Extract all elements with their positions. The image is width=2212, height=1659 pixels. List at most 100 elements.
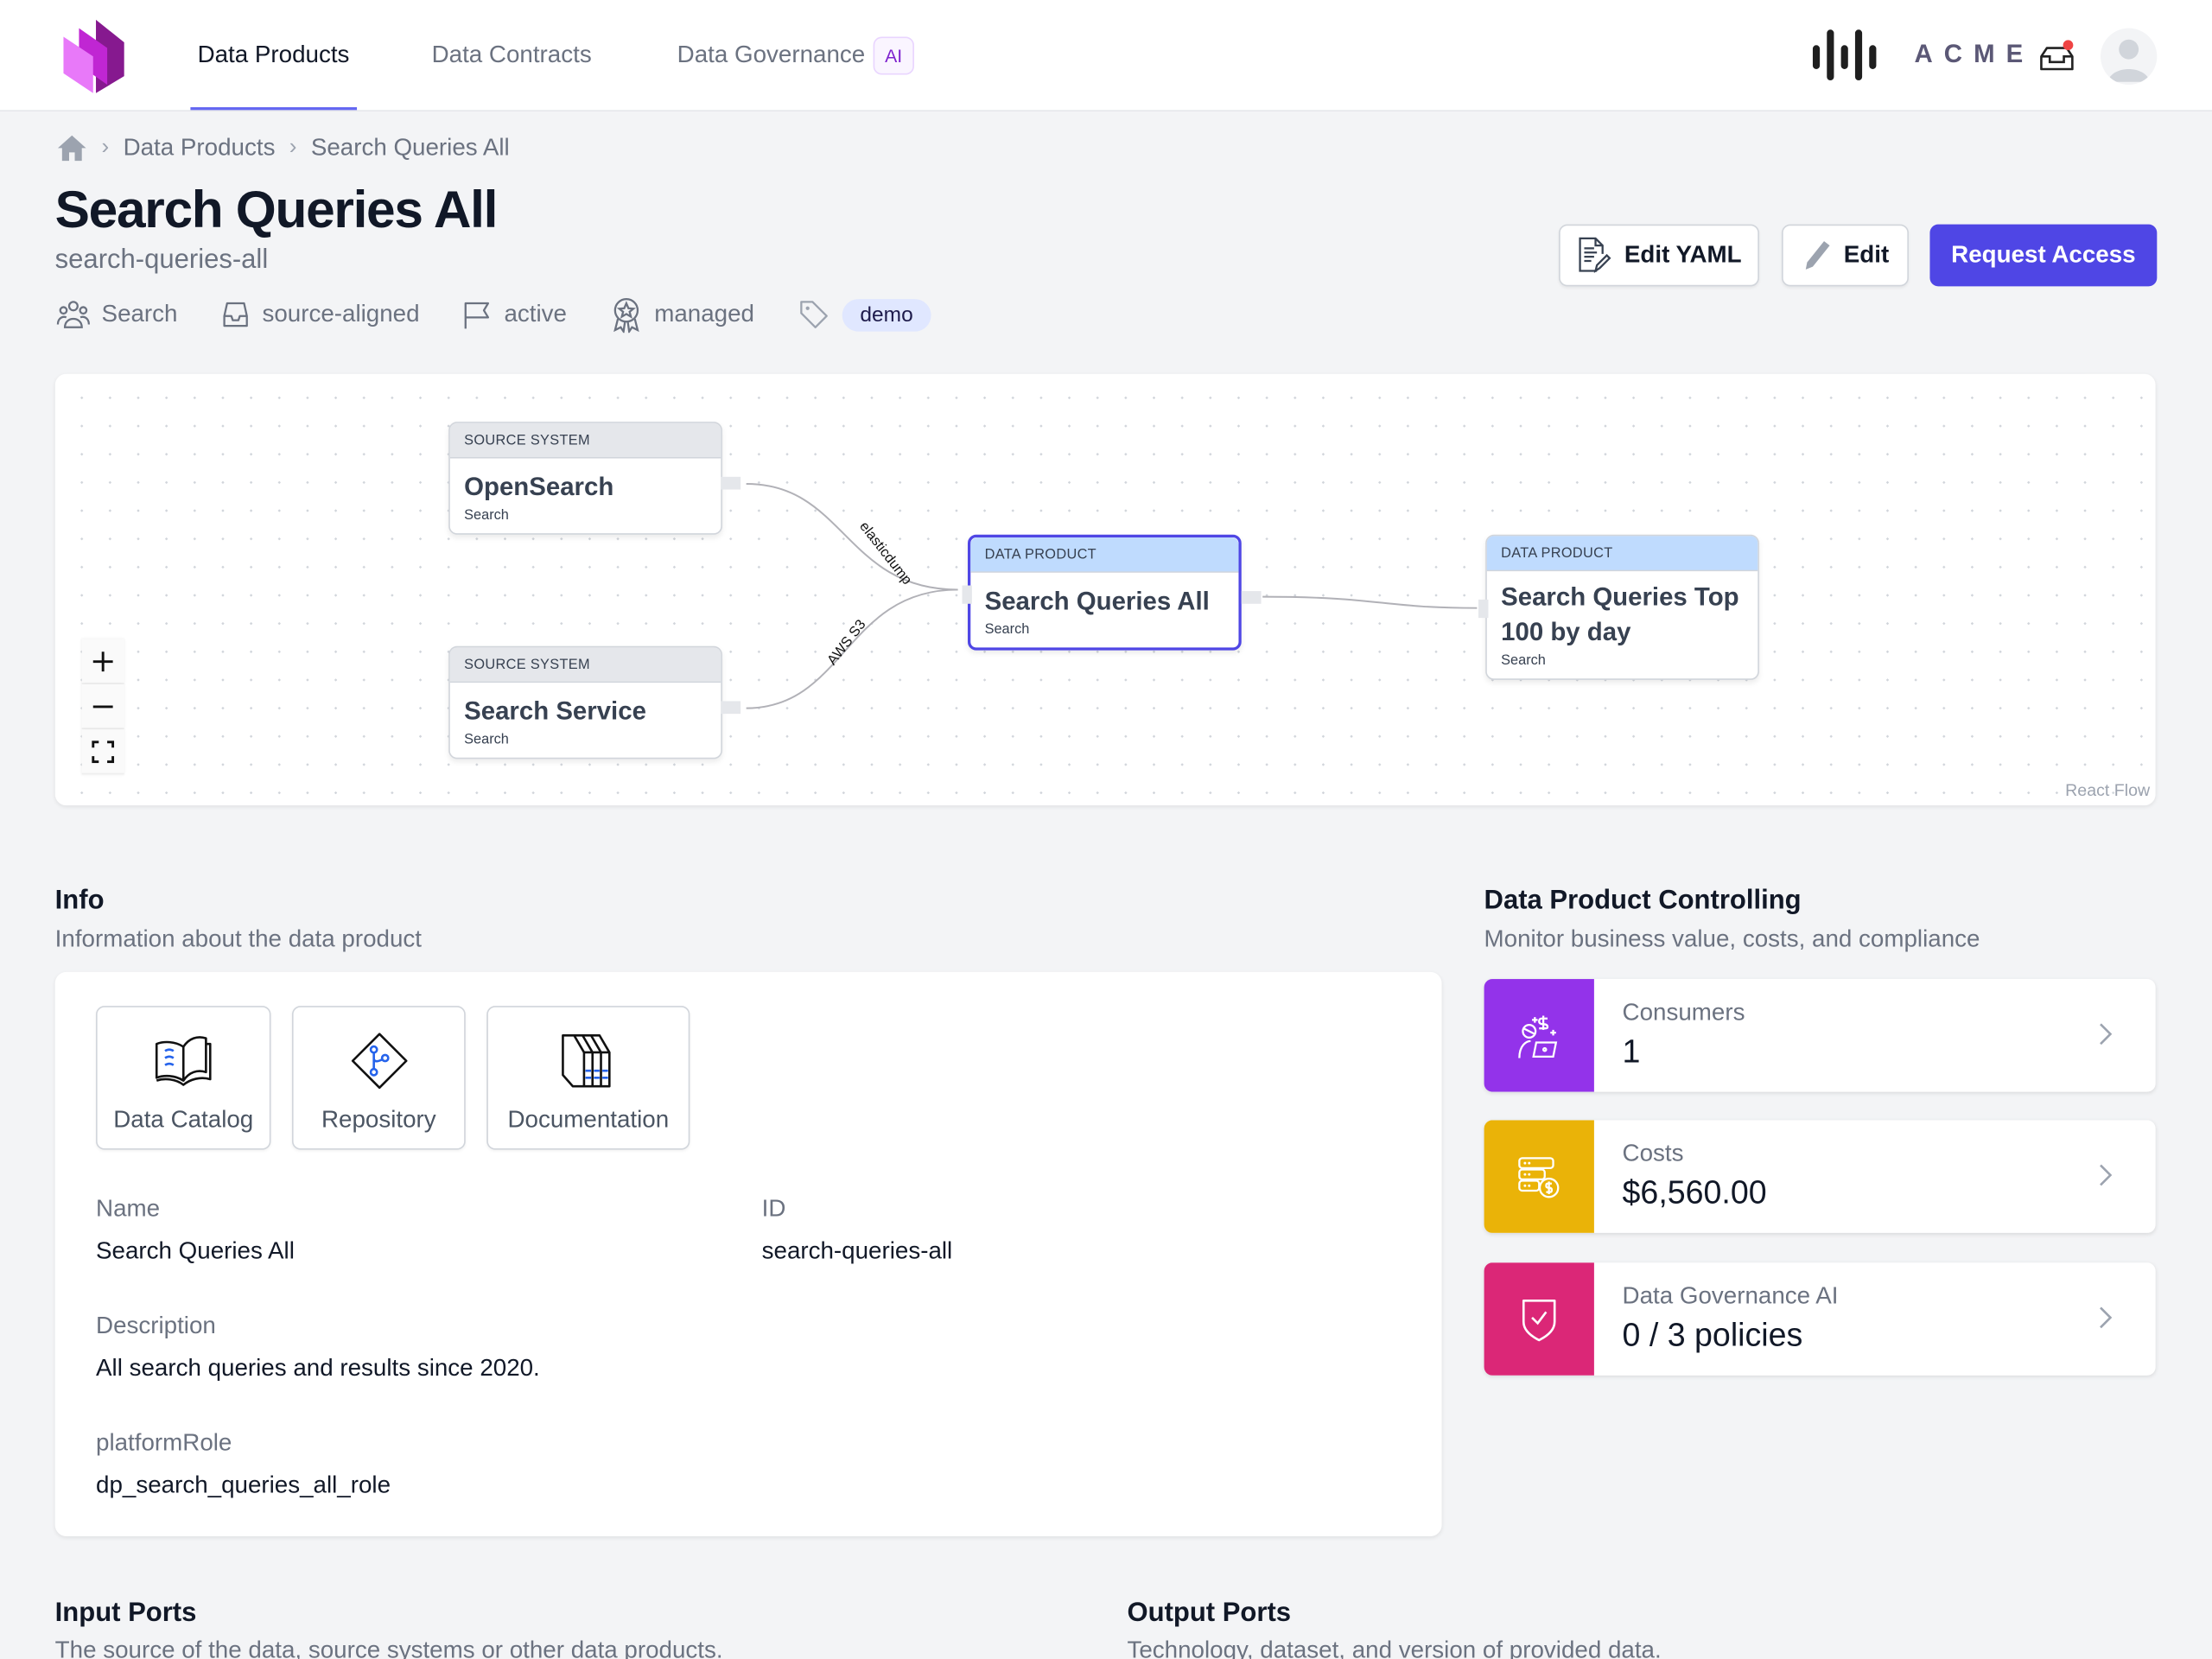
- git-branch-icon: [351, 1033, 407, 1090]
- source-handle[interactable]: [721, 701, 741, 715]
- node-kind: DATA PRODUCT: [1486, 536, 1758, 572]
- page: Data Products Data Contracts Data Govern…: [0, 0, 2212, 1659]
- node-kind: SOURCE SYSTEM: [449, 423, 721, 459]
- edit-button[interactable]: Edit: [1782, 224, 1909, 287]
- info-heading: Info: [54, 886, 105, 916]
- consumers-card[interactable]: Consumers 1: [1484, 979, 2156, 1092]
- fit-view-icon: [92, 740, 115, 763]
- controlling-description: Monitor business value, costs, and compl…: [1484, 925, 1980, 953]
- governance-icon-tile: [1484, 1262, 1594, 1376]
- id-label: ID: [761, 1194, 786, 1222]
- tab-data-governance[interactable]: Data Governance AI: [677, 0, 914, 110]
- team-name: Search: [101, 300, 178, 327]
- edge-aws-s3[interactable]: [746, 588, 958, 709]
- app-logo-icon[interactable]: [60, 17, 133, 93]
- node-domain: Search: [1501, 652, 1546, 669]
- ai-badge: AI: [874, 35, 914, 74]
- id-value: search-queries-all: [761, 1236, 953, 1264]
- source-handle[interactable]: [1241, 591, 1262, 604]
- documentation-link[interactable]: Documentation: [486, 1006, 690, 1150]
- link-label: Repository: [321, 1105, 436, 1134]
- name-value: Search Queries All: [96, 1236, 295, 1264]
- node-name: Search Service: [464, 696, 646, 726]
- link-label: Data Catalog: [113, 1105, 254, 1134]
- user-avatar[interactable]: [2101, 28, 2158, 85]
- tag-pill[interactable]: demo: [842, 298, 931, 331]
- lineage-node-search-service[interactable]: SOURCE SYSTEM Search Service Search: [448, 645, 741, 760]
- source-handle[interactable]: [721, 476, 741, 490]
- lineage-node-search-queries-all[interactable]: DATA PRODUCT Search Queries All Search: [962, 534, 1262, 651]
- plus-icon: [92, 651, 113, 671]
- lineage-node-opensearch[interactable]: SOURCE SYSTEM OpenSearch Search: [448, 422, 741, 535]
- shield-check-icon: [1522, 1299, 1556, 1342]
- node-domain: Search: [984, 621, 1030, 638]
- edge-downstream[interactable]: [1262, 595, 1478, 609]
- server-cost-icon: [1518, 1157, 1560, 1198]
- management-meta: managed: [609, 296, 754, 334]
- edge-elasticdump[interactable]: [746, 483, 958, 591]
- zoom-out-button[interactable]: [81, 683, 124, 730]
- react-flow-attribution[interactable]: React Flow: [2065, 780, 2150, 800]
- zoom-in-button[interactable]: [81, 639, 124, 684]
- governance-card[interactable]: Data Governance AI 0 / 3 policies: [1484, 1262, 2156, 1376]
- card-label: Data Governance AI: [1622, 1282, 1839, 1310]
- books-icon: [562, 1034, 611, 1088]
- user-icon: [2107, 39, 2151, 82]
- link-label: Documentation: [507, 1105, 670, 1134]
- consumer-money-icon: [1518, 1015, 1558, 1058]
- node-name: Search Queries Top 100 by day: [1501, 582, 1739, 646]
- type-value: source-aligned: [262, 300, 420, 327]
- status-meta: active: [462, 299, 567, 330]
- inbox-icon[interactable]: [2037, 36, 2080, 76]
- fit-view-button[interactable]: [81, 729, 124, 775]
- node-kind: SOURCE SYSTEM: [449, 647, 721, 683]
- repository-link[interactable]: Repository: [291, 1006, 466, 1150]
- card-value: $6,560.00: [1622, 1173, 1767, 1211]
- tab-data-contracts[interactable]: Data Contracts: [432, 0, 592, 110]
- costs-card[interactable]: Costs $6,560.00: [1484, 1120, 2156, 1233]
- inbox-tray-icon: [223, 302, 248, 327]
- button-label: Request Access: [1951, 241, 2136, 269]
- lineage-graph[interactable]: elasticdump AWS S3 SOURCE SYSTEM OpenSea…: [54, 373, 2156, 806]
- minus-icon: [92, 704, 113, 708]
- request-access-button[interactable]: Request Access: [1929, 224, 2158, 287]
- tab-data-products[interactable]: Data Products: [190, 0, 357, 111]
- tab-label: Data Governance: [677, 41, 866, 68]
- node-domain: Search: [464, 732, 509, 748]
- type-meta: source-aligned: [219, 299, 420, 330]
- lineage-node-search-queries-top-100[interactable]: DATA PRODUCT Search Queries Top 100 by d…: [1478, 534, 1759, 680]
- chevron-right-icon: ›: [101, 135, 110, 160]
- org-name: ACME: [1914, 39, 2035, 68]
- input-ports-description: The source of the data, source systems o…: [54, 1636, 723, 1659]
- document-edit-icon: [1580, 237, 1612, 274]
- edge-label: AWS S3: [824, 617, 869, 668]
- card-label: Consumers: [1622, 998, 1745, 1026]
- platform-role-label: platformRole: [96, 1428, 232, 1456]
- page-id: search-queries-all: [54, 245, 269, 276]
- costs-icon-tile: [1484, 1120, 1594, 1233]
- tab-label: Data Contracts: [431, 41, 592, 68]
- controlling-heading: Data Product Controlling: [1484, 886, 1802, 916]
- target-handle[interactable]: [1478, 599, 1489, 619]
- edit-yaml-button[interactable]: Edit YAML: [1559, 224, 1759, 287]
- book-icon: [155, 1036, 212, 1086]
- output-ports-heading: Output Ports: [1127, 1598, 1292, 1629]
- output-ports-description: Technology, dataset, and version of prov…: [1127, 1636, 1662, 1659]
- description-label: Description: [96, 1312, 216, 1339]
- data-catalog-link[interactable]: Data Catalog: [96, 1006, 271, 1150]
- users-icon: [56, 301, 90, 328]
- pencil-icon: [1805, 241, 1830, 270]
- home-icon[interactable]: [56, 134, 87, 162]
- tag-icon: [799, 301, 828, 328]
- card-value: 0 / 3 policies: [1622, 1316, 1803, 1353]
- award-badge-icon: [613, 297, 639, 334]
- target-handle[interactable]: [962, 585, 972, 604]
- node-name: OpenSearch: [464, 472, 614, 501]
- breadcrumb-item[interactable]: Data Products: [124, 134, 276, 162]
- description-value: All search queries and results since 202…: [96, 1354, 540, 1382]
- card-value: 1: [1622, 1033, 1641, 1070]
- info-card: Data Catalog Repository Documentation Na…: [54, 971, 1442, 1536]
- chevron-right-icon: [2100, 1023, 2113, 1046]
- breadcrumb-item[interactable]: Search Queries All: [311, 134, 510, 162]
- node-name: Search Queries All: [984, 587, 1210, 615]
